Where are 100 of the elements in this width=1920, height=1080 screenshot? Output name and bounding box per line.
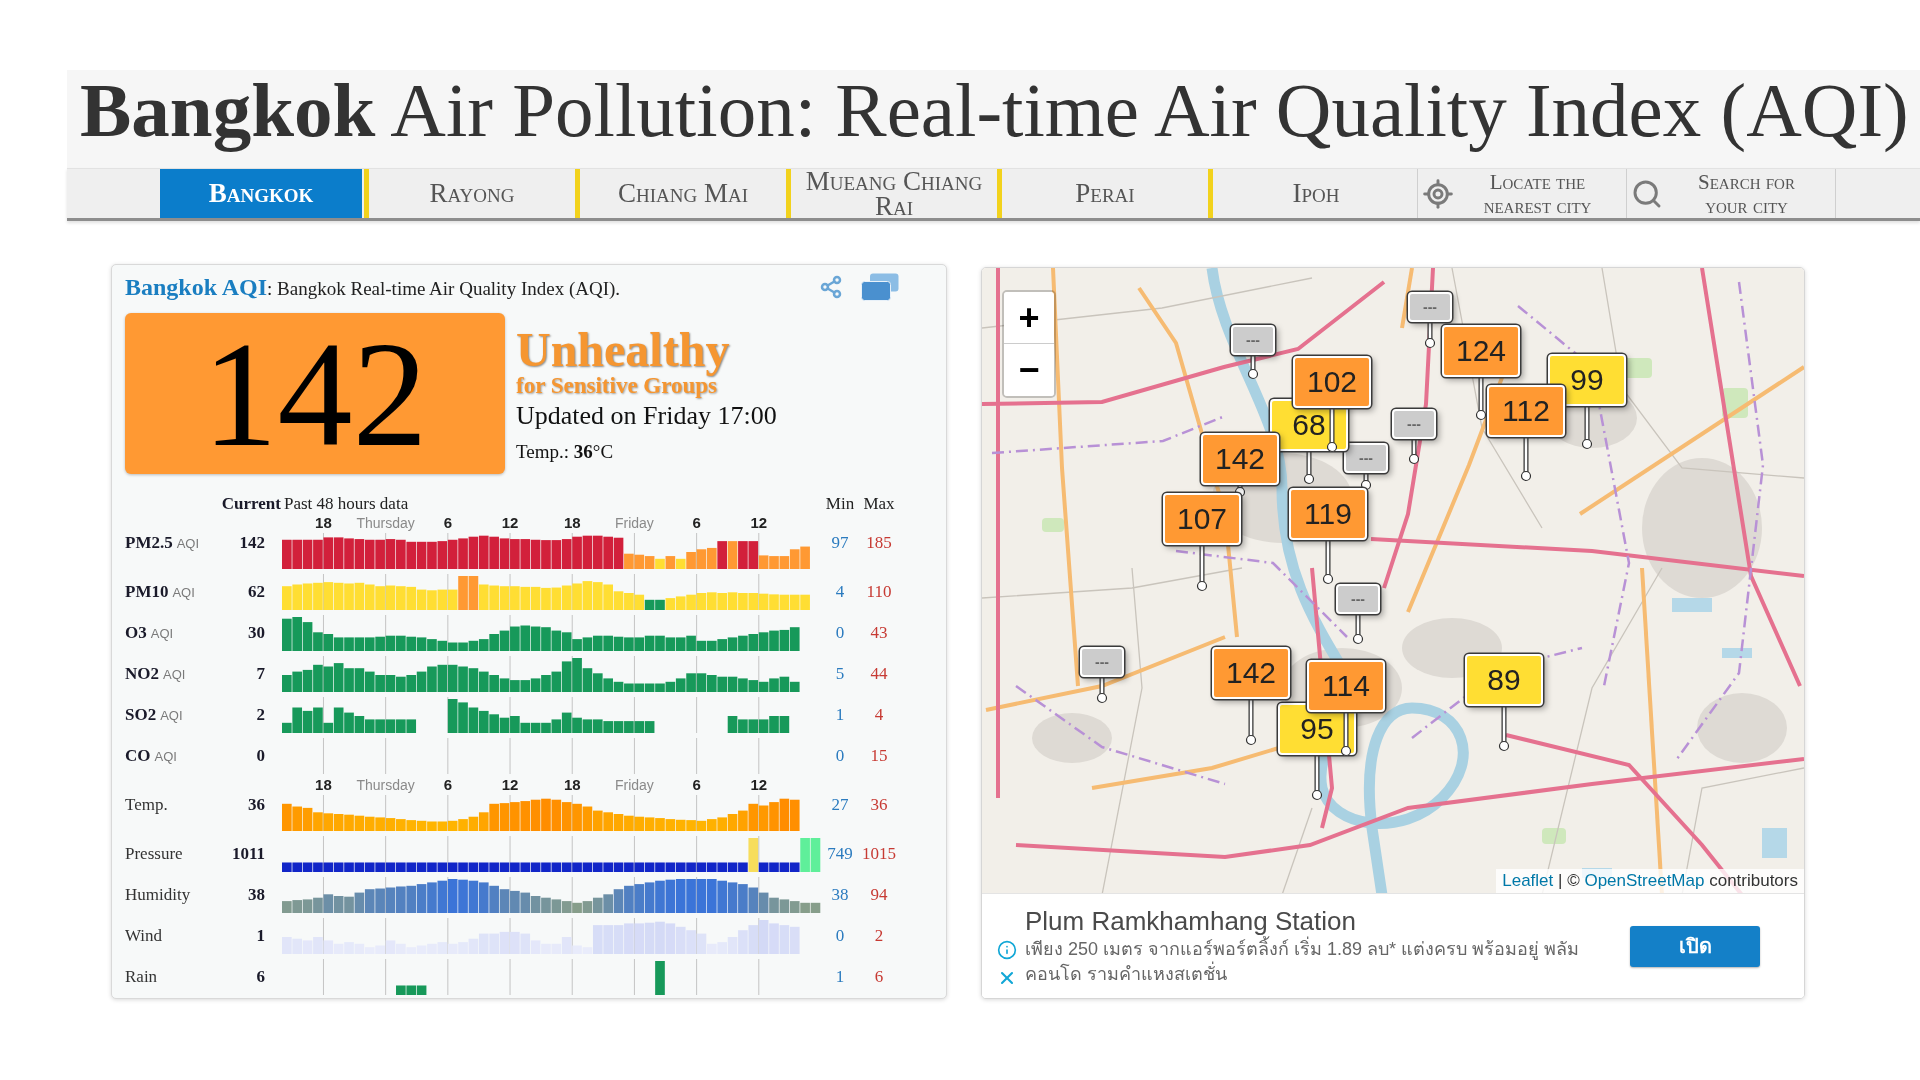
measure-name: NO2 xyxy=(125,662,159,685)
unit-label: AQI xyxy=(150,624,174,643)
history-column-label: Past 48 hours data xyxy=(284,494,409,514)
map-attribution: Leaflet | © OpenStreetMap contributors xyxy=(1496,869,1804,894)
stacked-windows-icon[interactable] xyxy=(861,273,899,301)
share-icon[interactable] xyxy=(819,275,843,299)
time-axis-label: 18 xyxy=(315,777,332,793)
panel-title[interactable]: Bangkok AQI xyxy=(125,269,268,305)
max-value: 110 xyxy=(866,581,892,601)
time-axis-label: 12 xyxy=(750,777,768,793)
measure-name: Temp. xyxy=(125,793,168,816)
aqi-marker[interactable]: --- xyxy=(1231,325,1275,355)
leaflet-link[interactable]: Leaflet xyxy=(1502,871,1554,891)
min-value: 1 xyxy=(835,966,845,986)
max-value: 44 xyxy=(870,663,888,683)
current-value: 6 xyxy=(256,966,265,986)
min-value: 97 xyxy=(831,532,849,552)
city-tab[interactable]: Chiang Mai xyxy=(582,169,784,218)
measure-name: PM2.5 xyxy=(125,531,173,554)
max-value: 94 xyxy=(870,884,888,904)
time-axis-label: 18 xyxy=(315,515,332,531)
measure-name: Pressure xyxy=(125,842,183,865)
measure-name: O3 xyxy=(125,621,147,644)
aqi-marker[interactable]: --- xyxy=(1408,292,1452,322)
temperature-text: Temp.: 36°C xyxy=(516,440,615,464)
pin-stem-icon xyxy=(1424,321,1436,349)
time-axis-label: 6 xyxy=(692,515,701,531)
zoom-out-button[interactable]: − xyxy=(1004,344,1054,396)
ad-text: เพียง 250 เมตร จากแอร์พอร์ตลิ้งก์ เริ่ม 1.89 ลบ* แต่งครบ พร้อมอยู่ พลัม คอนโด รามคำแหงสเตชั่น xyxy=(1025,937,1587,988)
measure-name: CO xyxy=(125,744,151,767)
current-value: 1 xyxy=(256,925,265,945)
current-value: 1011 xyxy=(231,843,265,863)
max-value: 36 xyxy=(870,794,888,814)
aqi-status: Unhealthy xyxy=(516,326,731,374)
city-tab[interactable]: Mueang Chiang Rai xyxy=(793,169,995,218)
current-value: 7 xyxy=(256,663,265,683)
min-value: 1 xyxy=(835,704,845,724)
time-axis-label: 18 xyxy=(563,777,581,793)
max-value: 6 xyxy=(874,966,884,986)
city-tab[interactable]: Ipoh xyxy=(1215,169,1417,218)
measure-name: Rain xyxy=(125,965,158,988)
min-value: 0 xyxy=(835,745,845,765)
time-axis-label: Thursday xyxy=(356,777,415,793)
unit-label: AQI xyxy=(163,665,186,684)
time-axis-label: 12 xyxy=(501,515,519,531)
min-value: 0 xyxy=(835,925,845,945)
measure-name: Humidity xyxy=(125,883,191,906)
max-value: 43 xyxy=(870,622,888,642)
max-value: 2 xyxy=(874,925,884,945)
update-time: Updated on Friday 17:00 xyxy=(516,400,777,432)
current-value: 30 xyxy=(248,622,265,642)
time-axis-label: Friday xyxy=(614,777,654,793)
panel-subtitle: : Bangkok Real-time Air Quality Index (AQI). xyxy=(267,277,621,301)
min-value: 0 xyxy=(835,622,845,642)
aqi-reading: 142 xyxy=(125,313,505,474)
locate-city-button[interactable]: Locate the nearest city xyxy=(1418,169,1626,218)
time-axis-label: 6 xyxy=(692,777,701,793)
max-value: 4 xyxy=(874,704,884,724)
min-value: 5 xyxy=(835,663,845,683)
current-value: 142 xyxy=(239,532,265,552)
measure-name: SO2 xyxy=(125,703,157,726)
current-value: 38 xyxy=(248,884,265,904)
aqi-marker[interactable]: 124 xyxy=(1442,325,1520,377)
search-city-button[interactable]: Search for your city xyxy=(1627,169,1835,218)
max-column-label: Max xyxy=(863,494,895,514)
measure-name: PM10 xyxy=(125,580,169,603)
time-axis-label: Friday xyxy=(614,515,654,531)
unit-label: AQI xyxy=(154,747,177,766)
unit-label: AQI xyxy=(176,534,200,553)
current-value: 62 xyxy=(248,581,265,601)
min-value: 38 xyxy=(831,884,849,904)
min-value: 4 xyxy=(835,581,845,601)
max-value: 185 xyxy=(866,532,892,552)
time-axis-label: 12 xyxy=(750,515,768,531)
current-value: 0 xyxy=(256,745,265,765)
city-tab[interactable]: Rayong xyxy=(371,169,573,218)
time-axis-label: 6 xyxy=(443,777,452,793)
time-axis-label: 6 xyxy=(443,515,452,531)
city-tab[interactable]: Bangkok xyxy=(160,169,362,218)
crosshair-icon xyxy=(1422,177,1454,210)
pin-stem-icon xyxy=(1247,354,1259,380)
current-column-label: Current xyxy=(221,494,281,514)
unit-label: AQI xyxy=(172,583,195,602)
min-value: 27 xyxy=(831,794,849,814)
open-button[interactable]: เปิด xyxy=(1630,925,1760,967)
time-axis-label: 12 xyxy=(501,777,519,793)
info-icon[interactable] xyxy=(997,940,1017,960)
zoom-in-button[interactable]: + xyxy=(1004,292,1054,344)
max-value: 15 xyxy=(870,745,888,765)
ad-title: Plum Ramkhamhang Station xyxy=(1025,905,1357,937)
measure-name: Wind xyxy=(125,924,163,947)
time-axis-label: 18 xyxy=(563,515,581,531)
max-value: 1015 xyxy=(862,843,896,863)
current-value: 2 xyxy=(256,704,265,724)
unit-label: AQI xyxy=(160,706,183,725)
min-value: 749 xyxy=(827,843,853,863)
min-column-label: Min xyxy=(825,494,855,514)
city-tab[interactable]: Perai xyxy=(1004,169,1206,218)
current-value: 36 xyxy=(248,794,265,814)
time-axis-label: Thursday xyxy=(356,515,415,531)
